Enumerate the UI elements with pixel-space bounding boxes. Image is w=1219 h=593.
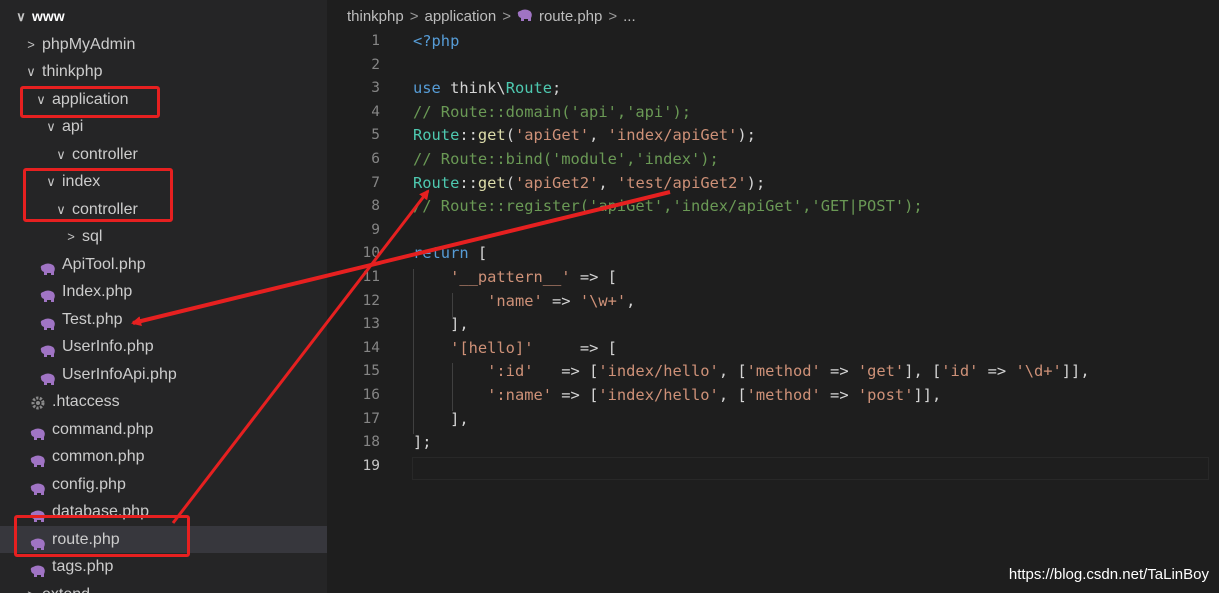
annotation-arrows xyxy=(131,189,671,524)
arrow-route-to-line7 xyxy=(171,189,430,524)
arrow-line7-to-test-php xyxy=(131,190,671,326)
watermark: https://blog.csdn.net/TaLinBoy xyxy=(1008,566,1209,583)
